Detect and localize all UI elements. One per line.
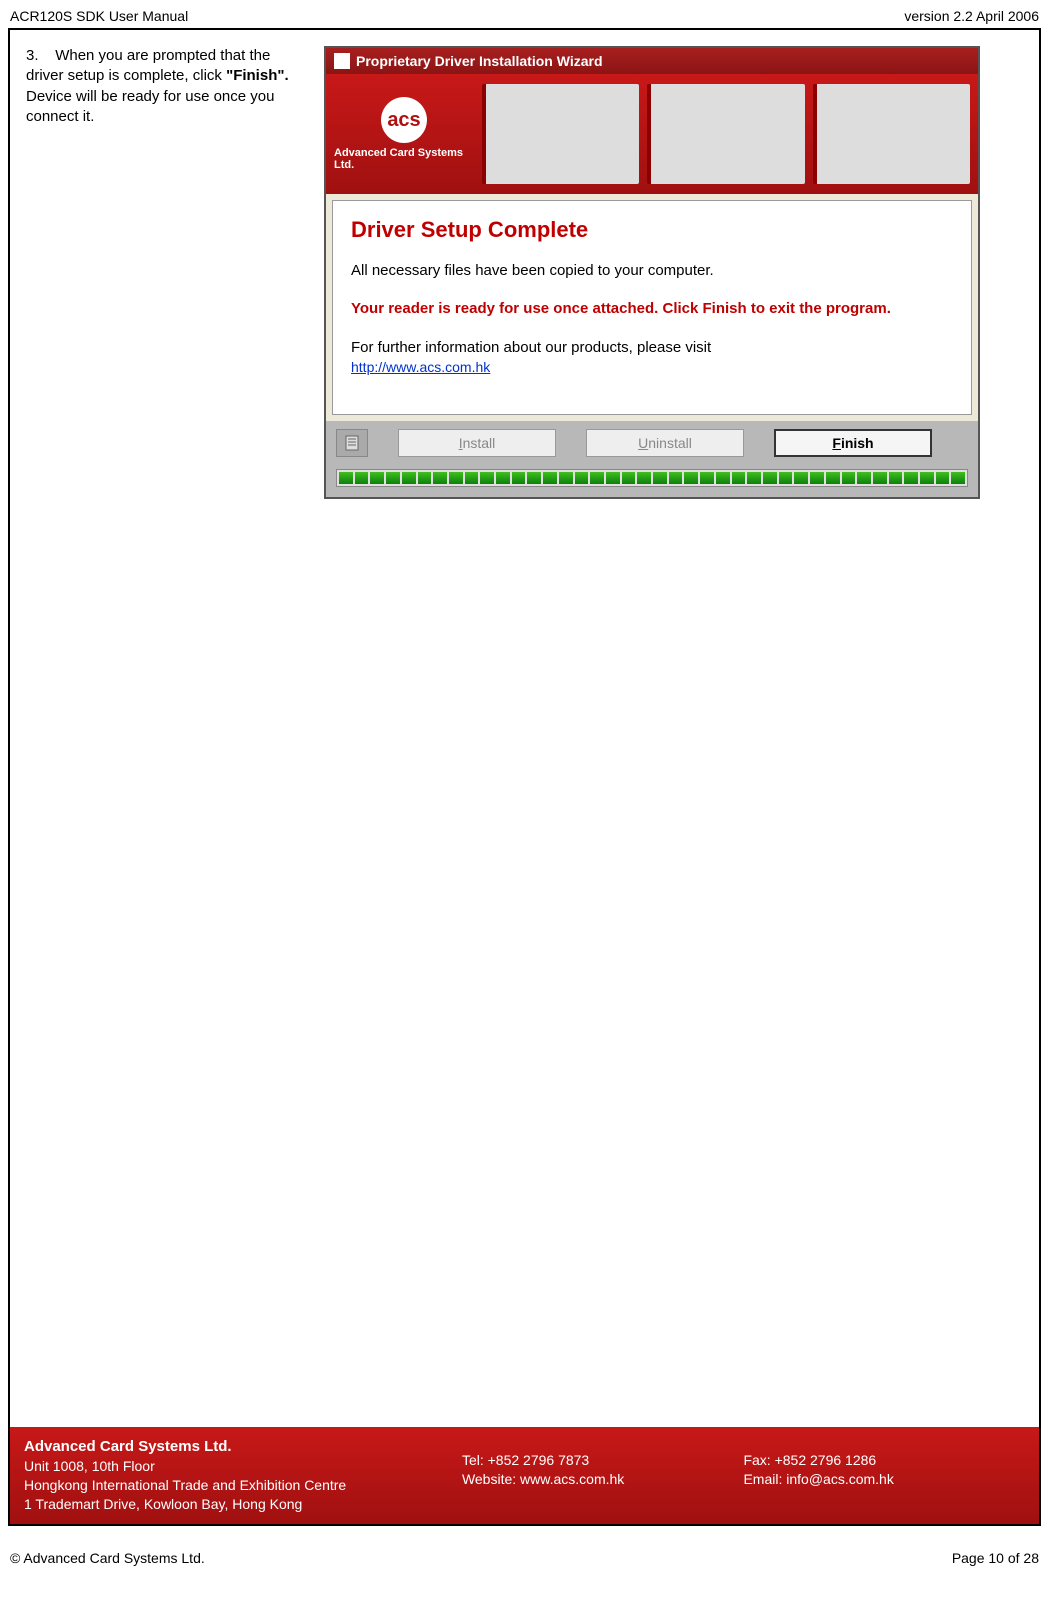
progress-segment bbox=[575, 472, 589, 484]
progress-segment bbox=[496, 472, 510, 484]
progress-bar-area bbox=[326, 465, 978, 497]
page-footer-right: Page 10 of 28 bbox=[952, 1550, 1039, 1566]
progress-segment bbox=[920, 472, 934, 484]
app-icon bbox=[334, 53, 350, 69]
progress-segment bbox=[794, 472, 808, 484]
page-footer-left: © Advanced Card Systems Ltd. bbox=[10, 1550, 205, 1566]
install-rest: nstall bbox=[463, 435, 496, 451]
progress-segment bbox=[465, 472, 479, 484]
progress-segment bbox=[732, 472, 746, 484]
progress-segment bbox=[763, 472, 777, 484]
wizard-body: Driver Setup Complete All necessary file… bbox=[332, 200, 972, 415]
progress-segment bbox=[355, 472, 369, 484]
progress-segment bbox=[810, 472, 824, 484]
header-left: ACR120S SDK User Manual bbox=[10, 8, 188, 24]
footer-addr1: Unit 1008, 10th Floor bbox=[24, 1457, 462, 1476]
progress-segment bbox=[951, 472, 965, 484]
wizard-button-bar: Install Uninstall Finish bbox=[326, 421, 978, 465]
uninstall-underline: U bbox=[638, 435, 648, 451]
progress-segment bbox=[684, 472, 698, 484]
wizard-line3-block: For further information about our produc… bbox=[351, 338, 953, 379]
instruction-text: 3. When you are prompted that the driver… bbox=[26, 46, 304, 499]
footer-addr2: Hongkong International Trade and Exhibit… bbox=[24, 1476, 462, 1495]
progress-segment bbox=[747, 472, 761, 484]
progress-segment bbox=[826, 472, 840, 484]
banner-product-image-2 bbox=[647, 84, 804, 184]
acs-logo-text: Advanced Card Systems Ltd. bbox=[334, 147, 474, 171]
progress-segment bbox=[637, 472, 651, 484]
footer-website: Website: www.acs.com.hk bbox=[462, 1470, 744, 1489]
progress-segment bbox=[527, 472, 541, 484]
footer-fax: Fax: +852 2796 1286 bbox=[743, 1451, 1025, 1470]
progress-segment bbox=[449, 472, 463, 484]
page-footer: © Advanced Card Systems Ltd. Page 10 of … bbox=[0, 1526, 1049, 1566]
progress-segment bbox=[433, 472, 447, 484]
acs-circle-icon: acs bbox=[381, 97, 427, 143]
progress-segment bbox=[622, 472, 636, 484]
document-icon bbox=[336, 429, 368, 457]
footer-email: Email: info@acs.com.hk bbox=[743, 1470, 1025, 1489]
progress-segment bbox=[653, 472, 667, 484]
progress-segment bbox=[842, 472, 856, 484]
wizard-window: Proprietary Driver Installation Wizard a… bbox=[324, 46, 980, 499]
wizard-titlebar: Proprietary Driver Installation Wizard bbox=[326, 48, 978, 74]
progress-segment bbox=[480, 472, 494, 484]
step-number: 3. bbox=[26, 47, 39, 64]
footer-contact-col-1: Tel: +852 2796 7873 Website: www.acs.com… bbox=[462, 1437, 744, 1514]
footer-address-col: Advanced Card Systems Ltd. Unit 1008, 10… bbox=[24, 1437, 462, 1514]
uninstall-button: Uninstall bbox=[586, 429, 744, 457]
wizard-line2: Your reader is ready for use once attach… bbox=[351, 299, 953, 319]
step-text-2: Device will be ready for use once you co… bbox=[26, 88, 274, 125]
page-header: ACR120S SDK User Manual version 2.2 Apri… bbox=[0, 0, 1049, 28]
banner-product-image-1 bbox=[482, 84, 639, 184]
progress-segment bbox=[543, 472, 557, 484]
progress-segment bbox=[669, 472, 683, 484]
finish-rest: inish bbox=[841, 435, 874, 451]
banner-product-image-3 bbox=[813, 84, 970, 184]
footer-company: Advanced Card Systems Ltd. bbox=[24, 1437, 462, 1457]
progress-segment bbox=[779, 472, 793, 484]
progress-segment bbox=[339, 472, 353, 484]
footer-strip: Advanced Card Systems Ltd. Unit 1008, 10… bbox=[10, 1427, 1039, 1524]
footer-tel: Tel: +852 2796 7873 bbox=[462, 1451, 744, 1470]
footer-addr3: 1 Trademart Drive, Kowloon Bay, Hong Kon… bbox=[24, 1495, 462, 1514]
wizard-heading: Driver Setup Complete bbox=[351, 217, 953, 243]
uninstall-rest: ninstall bbox=[648, 435, 692, 451]
finish-underline: F bbox=[832, 435, 841, 451]
progress-segment bbox=[512, 472, 526, 484]
step-bold: "Finish". bbox=[226, 67, 289, 84]
progress-segment bbox=[559, 472, 573, 484]
progress-segment bbox=[889, 472, 903, 484]
install-button: Install bbox=[398, 429, 556, 457]
finish-button[interactable]: Finish bbox=[774, 429, 932, 457]
progress-segment bbox=[370, 472, 384, 484]
progress-segment bbox=[904, 472, 918, 484]
progress-segment bbox=[857, 472, 871, 484]
progress-segment bbox=[716, 472, 730, 484]
wizard-link[interactable]: http://www.acs.com.hk bbox=[351, 359, 490, 375]
banner-logo: acs Advanced Card Systems Ltd. bbox=[334, 97, 474, 171]
progress-segment bbox=[402, 472, 416, 484]
header-right: version 2.2 April 2006 bbox=[904, 8, 1039, 24]
wizard-line3: For further information about our produc… bbox=[351, 339, 711, 356]
progress-segment bbox=[873, 472, 887, 484]
progress-segment bbox=[606, 472, 620, 484]
wizard-banner: acs Advanced Card Systems Ltd. bbox=[326, 74, 978, 194]
progress-segment bbox=[418, 472, 432, 484]
wizard-title: Proprietary Driver Installation Wizard bbox=[356, 53, 603, 69]
page-body-frame: 3. When you are prompted that the driver… bbox=[8, 28, 1041, 1526]
progress-segment bbox=[386, 472, 400, 484]
progress-segment bbox=[590, 472, 604, 484]
wizard-line1: All necessary files have been copied to … bbox=[351, 261, 953, 281]
progress-track bbox=[336, 469, 968, 487]
footer-contact-col-2: Fax: +852 2796 1286 Email: info@acs.com.… bbox=[743, 1437, 1025, 1514]
progress-segment bbox=[936, 472, 950, 484]
progress-segment bbox=[700, 472, 714, 484]
